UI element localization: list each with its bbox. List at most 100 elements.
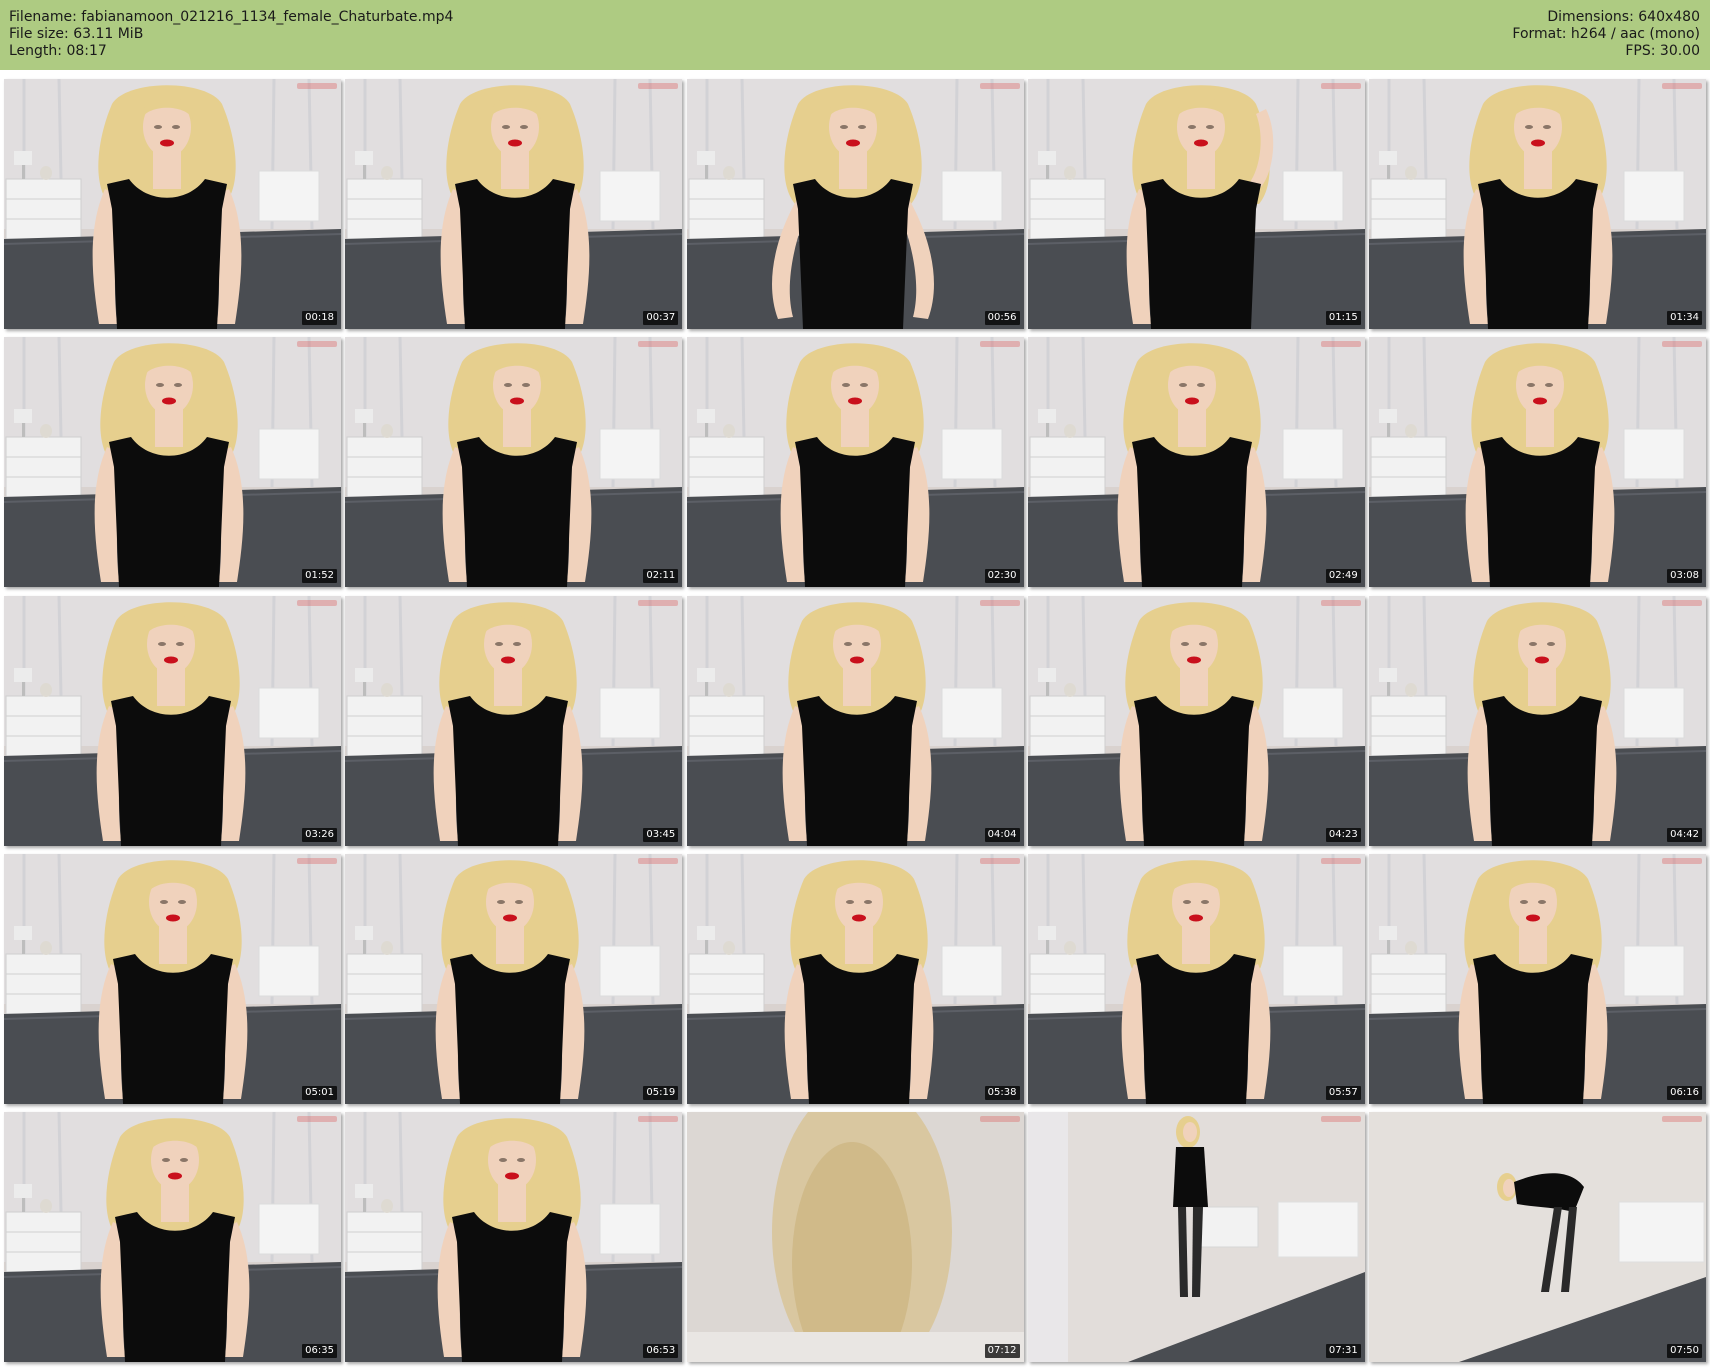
thumbnail-frame bbox=[345, 337, 683, 588]
dimensions-line: Dimensions: 640x480 bbox=[1547, 9, 1700, 25]
timestamp-label: 03:45 bbox=[643, 827, 679, 842]
thumbnail-frame bbox=[1027, 337, 1365, 588]
timestamp-label: 04:04 bbox=[984, 827, 1020, 842]
timestamp-label: 07:12 bbox=[984, 1344, 1020, 1358]
watermark-logo bbox=[297, 599, 337, 606]
info-header: Filename: fabianamoon_021216_1134_female… bbox=[0, 0, 1710, 70]
thumbnail-frame bbox=[4, 1112, 341, 1362]
watermark-logo bbox=[1320, 1116, 1361, 1122]
timestamp-label: 05:57 bbox=[1325, 1085, 1361, 1100]
watermark-logo bbox=[1320, 83, 1361, 89]
timestamp-label: 02:11 bbox=[643, 569, 679, 584]
thumbnail-frame bbox=[686, 79, 1024, 329]
timestamp-label: 03:26 bbox=[302, 827, 337, 842]
video-thumbnail: 02:11 bbox=[345, 337, 683, 588]
video-thumbnail: 05:38 bbox=[686, 853, 1024, 1104]
video-thumbnail: 03:45 bbox=[345, 595, 683, 846]
filesize-line: File size: 63.11 MiB bbox=[9, 26, 144, 42]
thumbnail-frame bbox=[686, 853, 1024, 1104]
video-thumbnail: 01:34 bbox=[1369, 79, 1706, 329]
video-thumbnail: 03:08 bbox=[1369, 337, 1706, 588]
timestamp-label: 01:34 bbox=[1667, 311, 1702, 325]
thumbnail-frame bbox=[345, 1112, 683, 1362]
thumbnail-frame bbox=[1027, 79, 1365, 329]
video-thumbnail: 03:26 bbox=[4, 595, 341, 846]
thumbnail-frame bbox=[1027, 853, 1365, 1104]
video-thumbnail: 04:04 bbox=[686, 595, 1024, 846]
timestamp-label: 01:52 bbox=[302, 569, 337, 584]
video-thumbnail: 05:19 bbox=[345, 853, 683, 1104]
video-thumbnail: 07:31 bbox=[1027, 1112, 1365, 1362]
timestamp-label: 07:50 bbox=[1667, 1344, 1702, 1358]
watermark-logo bbox=[297, 83, 337, 89]
thumbnail-frame bbox=[1369, 853, 1706, 1104]
video-thumbnail: 00:56 bbox=[686, 79, 1024, 329]
video-thumbnail: 07:12 bbox=[686, 1112, 1024, 1362]
video-thumbnail: 06:53 bbox=[345, 1112, 683, 1362]
timestamp-label: 00:37 bbox=[643, 311, 679, 325]
video-thumbnail: 06:16 bbox=[1369, 853, 1706, 1104]
video-thumbnail: 06:35 bbox=[4, 1112, 341, 1362]
video-thumbnail: 01:52 bbox=[4, 337, 341, 588]
timestamp-label: 02:30 bbox=[984, 569, 1020, 584]
fps-line: FPS: 30.00 bbox=[1625, 43, 1700, 59]
timestamp-label: 01:15 bbox=[1325, 311, 1361, 325]
watermark-logo bbox=[1320, 341, 1361, 348]
thumbnail-frame bbox=[345, 79, 683, 329]
watermark-logo bbox=[638, 83, 679, 89]
video-thumbnail: 00:18 bbox=[4, 79, 341, 329]
header-left: Filename: fabianamoon_021216_1134_female… bbox=[9, 9, 453, 60]
filename-line: Filename: fabianamoon_021216_1134_female… bbox=[9, 9, 454, 25]
timestamp-label: 03:08 bbox=[1667, 569, 1702, 584]
watermark-logo bbox=[979, 83, 1020, 89]
watermark-logo bbox=[1662, 599, 1702, 606]
thumbnail-frame bbox=[686, 595, 1024, 846]
watermark-logo bbox=[297, 857, 337, 864]
video-thumbnail: 04:42 bbox=[1369, 595, 1706, 846]
thumbnail-frame bbox=[4, 79, 341, 329]
video-thumbnail: 05:57 bbox=[1027, 853, 1365, 1104]
watermark-logo bbox=[1662, 341, 1702, 348]
timestamp-label: 06:16 bbox=[1667, 1085, 1702, 1100]
timestamp-label: 05:19 bbox=[643, 1085, 679, 1100]
video-thumbnail: 02:30 bbox=[686, 337, 1024, 588]
timestamp-label: 06:35 bbox=[302, 1344, 337, 1358]
timestamp-label: 04:42 bbox=[1667, 827, 1702, 842]
watermark-logo bbox=[638, 599, 679, 606]
thumbnail-frame bbox=[4, 853, 341, 1104]
video-thumbnail: 00:37 bbox=[345, 79, 683, 329]
thumbnail-frame bbox=[1027, 595, 1365, 846]
timestamp-label: 06:53 bbox=[643, 1344, 679, 1358]
thumbnail-frame bbox=[686, 1112, 1024, 1362]
timestamp-label: 05:01 bbox=[302, 1085, 337, 1100]
video-thumbnail: 07:50 bbox=[1369, 1112, 1706, 1362]
thumbnail-frame bbox=[1027, 1112, 1365, 1362]
thumbnail-frame bbox=[345, 595, 683, 846]
timestamp-label: 05:38 bbox=[984, 1085, 1020, 1100]
timestamp-label: 00:18 bbox=[302, 311, 337, 325]
watermark-logo bbox=[297, 1116, 337, 1122]
watermark-logo bbox=[1320, 599, 1361, 606]
thumbnail-frame bbox=[1369, 337, 1706, 588]
thumbnail-frame bbox=[1369, 79, 1706, 329]
thumbnail-frame bbox=[1369, 595, 1706, 846]
timestamp-label: 00:56 bbox=[984, 311, 1020, 325]
length-line: Length: 08:17 bbox=[9, 43, 107, 59]
timestamp-label: 02:49 bbox=[1325, 569, 1361, 584]
watermark-logo bbox=[297, 341, 337, 348]
thumbnail-frame bbox=[686, 337, 1024, 588]
watermark-logo bbox=[638, 1116, 679, 1122]
watermark-logo bbox=[638, 857, 679, 864]
header-right: Dimensions: 640x480 Format: h264 / aac (… bbox=[1512, 9, 1700, 60]
thumbnail-grid: 00:18 00:37 00:56 01:15 01:34 01:52 02:1… bbox=[4, 79, 1706, 1366]
video-thumbnail: 04:23 bbox=[1027, 595, 1365, 846]
thumbnail-frame bbox=[1369, 1112, 1706, 1362]
watermark-logo bbox=[1662, 857, 1702, 864]
watermark-logo bbox=[979, 599, 1020, 606]
video-thumbnail: 05:01 bbox=[4, 853, 341, 1104]
watermark-logo bbox=[1662, 1116, 1702, 1122]
watermark-logo bbox=[979, 857, 1020, 864]
video-thumbnail: 02:49 bbox=[1027, 337, 1365, 588]
thumbnail-frame bbox=[4, 595, 341, 846]
timestamp-label: 07:31 bbox=[1325, 1344, 1361, 1358]
